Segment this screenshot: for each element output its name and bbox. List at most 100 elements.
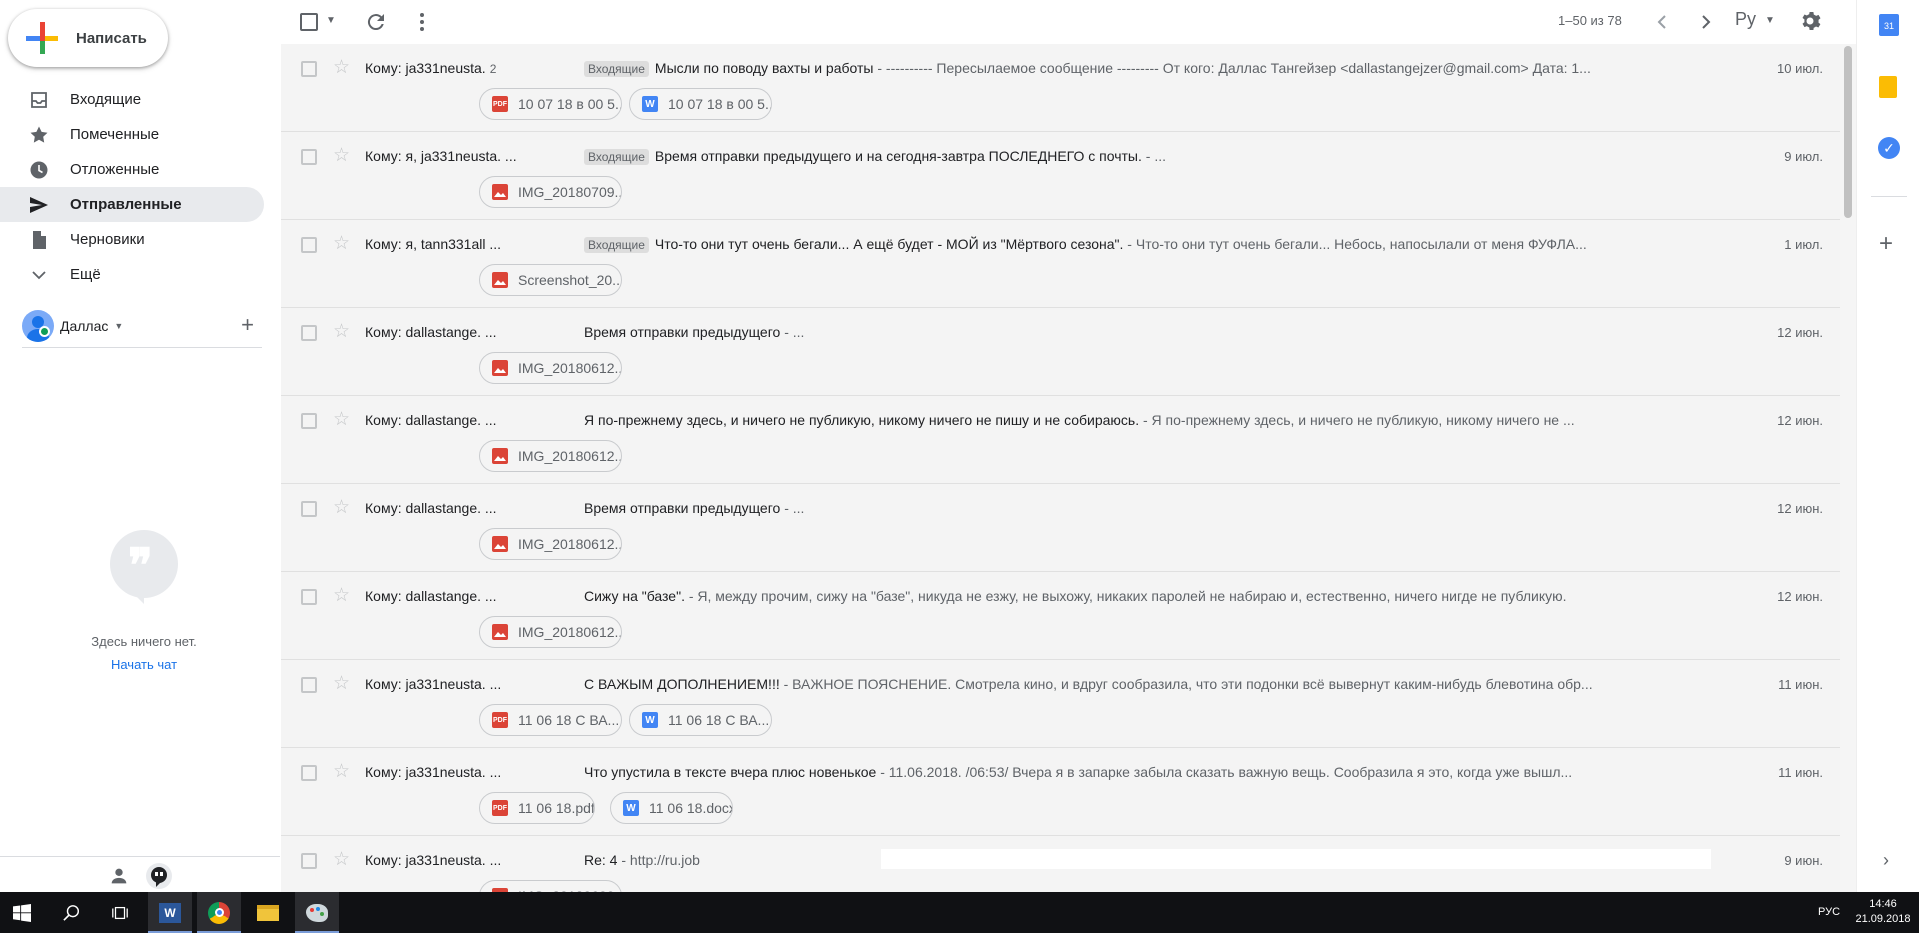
table-row[interactable]: ☆ Кому: я, ja331neusta. ... Входящие Время … xyxy=(281,132,1840,220)
attachment-name: IMG_20180612... xyxy=(518,448,622,464)
inbox-label-badge[interactable]: Входящие xyxy=(584,149,649,165)
account-switcher[interactable]: Даллас ▼ + xyxy=(22,304,262,348)
word-doc-icon: W xyxy=(642,96,658,112)
chevron-left-icon[interactable] xyxy=(1650,10,1674,34)
attachment-chip[interactable]: IMG_20180612... xyxy=(479,616,622,648)
row-checkbox[interactable] xyxy=(301,61,317,77)
table-row[interactable]: ☆ Кому: я, tann331all ... Входящие Что-то о… xyxy=(281,220,1840,308)
row-checkbox[interactable] xyxy=(301,765,317,781)
keyboard-language-indicator[interactable]: РУС xyxy=(1818,906,1840,918)
gmail-window: Написать Входящие Помеченные Отложенные Отп… xyxy=(0,0,1919,892)
star-icon[interactable]: ☆ xyxy=(333,320,350,343)
chrome-taskbar-icon[interactable] xyxy=(197,892,241,933)
caret-down-icon: ▼ xyxy=(114,320,124,331)
windows-start-icon[interactable] xyxy=(0,892,44,933)
file-explorer-icon[interactable] xyxy=(246,892,290,933)
sidebar-item-1[interactable]: Помеченные xyxy=(0,117,264,152)
select-all-checkbox[interactable] xyxy=(300,13,318,31)
star-icon[interactable]: ☆ xyxy=(333,496,350,519)
image-icon xyxy=(492,272,508,288)
more-vert-icon[interactable] xyxy=(410,10,434,34)
row-checkbox[interactable] xyxy=(301,325,317,341)
chevron-right-icon[interactable]: › xyxy=(1883,850,1889,871)
row-message: Что упустила в тексте вчера плюс новеньк… xyxy=(584,764,1710,780)
taskbar-clock[interactable]: 14:46 21.09.2018 xyxy=(1852,897,1914,927)
attachment-name: IMG_20180612... xyxy=(518,536,622,552)
tasks-icon[interactable]: ✓ xyxy=(1878,137,1900,159)
row-checkbox[interactable] xyxy=(301,853,317,869)
star-icon[interactable]: ☆ xyxy=(333,408,350,431)
gear-icon[interactable] xyxy=(1798,9,1822,33)
table-row[interactable]: ☆ Кому: ja331neusta. ... Re: 4 - http://ru… xyxy=(281,836,1840,892)
attachment-chip[interactable]: IMG_20180612... xyxy=(479,440,622,472)
hangouts-icon[interactable] xyxy=(146,863,172,889)
start-chat-link[interactable]: Начать чат xyxy=(60,657,228,672)
star-icon[interactable]: ☆ xyxy=(333,848,350,871)
scrollbar-thumb[interactable] xyxy=(1844,46,1852,218)
sidebar-item-3[interactable]: Отправленные xyxy=(0,187,264,222)
input-tools-caret-icon[interactable]: ▼ xyxy=(1765,15,1775,26)
keep-icon[interactable] xyxy=(1879,76,1897,98)
attachment-chip[interactable]: PDF 10 07 18 в 00 5... xyxy=(479,88,622,120)
row-checkbox[interactable] xyxy=(301,413,317,429)
compose-button[interactable]: Написать xyxy=(8,9,168,67)
attachment-chip[interactable]: IMG_20180612... xyxy=(479,528,622,560)
inbox-label-badge[interactable]: Входящие xyxy=(584,237,649,253)
search-icon[interactable] xyxy=(50,892,94,933)
row-date: 12 июн. xyxy=(1777,413,1823,428)
table-row[interactable]: ☆ Кому: dallastange. ... Я по-прежнему зде… xyxy=(281,396,1840,484)
attachment-chip[interactable]: W 11 06 18.docx xyxy=(610,792,733,824)
attachment-chip[interactable]: W 10 07 18 в 00 5... xyxy=(629,88,772,120)
row-checkbox[interactable] xyxy=(301,149,317,165)
add-account-icon[interactable]: + xyxy=(241,314,254,336)
row-checkbox[interactable] xyxy=(301,237,317,253)
paint-taskbar-icon[interactable] xyxy=(295,892,339,933)
attachment-chip[interactable]: W 11 06 18 С ВА... xyxy=(629,704,772,736)
calendar-icon[interactable]: 31 xyxy=(1879,14,1899,36)
row-recipient: Кому: ja331neusta. ... xyxy=(365,764,502,780)
attachment-chip[interactable]: IMG_20180609... xyxy=(479,880,622,892)
star-icon[interactable]: ☆ xyxy=(333,584,350,607)
star-icon[interactable]: ☆ xyxy=(333,672,350,695)
select-caret-icon[interactable]: ▼ xyxy=(326,15,336,26)
star-icon[interactable]: ☆ xyxy=(333,144,350,167)
chevron-right-icon[interactable] xyxy=(1694,10,1718,34)
table-row[interactable]: ☆ Кому: dallastange. ... Сижу на "базе". -… xyxy=(281,572,1840,660)
attachment-chip[interactable]: Screenshot_20... xyxy=(479,264,622,296)
task-view-icon[interactable] xyxy=(98,892,142,933)
row-message: Сижу на "базе". - Я, между прочим, сижу … xyxy=(584,588,1710,604)
row-date: 12 июн. xyxy=(1777,589,1823,604)
attachment-chip[interactable]: IMG_20180709... xyxy=(479,176,622,208)
star-icon[interactable]: ☆ xyxy=(333,232,350,255)
chat-empty-text: Здесь ничего нет. xyxy=(91,634,197,649)
table-row[interactable]: ☆ Кому: ja331neusta. 2 Входящие Мысли по пов… xyxy=(281,44,1840,132)
refresh-icon[interactable] xyxy=(364,10,388,34)
get-addons-icon[interactable]: + xyxy=(1879,232,1893,256)
row-snippet: - Что-то они тут очень бегали... Небось,… xyxy=(1123,236,1587,252)
attachment-chip[interactable]: IMG_20180612... xyxy=(479,352,622,384)
table-row[interactable]: ☆ Кому: dallastange. ... Время отправки пр… xyxy=(281,308,1840,396)
row-checkbox[interactable] xyxy=(301,501,317,517)
chat-bubble-icon: ❞ xyxy=(110,530,178,604)
attachment-chip[interactable]: PDF 11 06 18.pdf xyxy=(479,792,595,824)
star-icon[interactable]: ☆ xyxy=(333,760,350,783)
input-tools-button[interactable]: Ру xyxy=(1735,9,1756,30)
attachment-chip[interactable]: PDF 11 06 18 С ВА... xyxy=(479,704,622,736)
mail-list-scrollbar[interactable] xyxy=(1840,44,1856,892)
word-taskbar-icon[interactable]: W xyxy=(148,892,192,933)
sidebar-item-4[interactable]: Черновики xyxy=(0,222,264,257)
table-row[interactable]: ☆ Кому: ja331neusta. ... С ВАЖЫМ ДОПОЛНЕНИ… xyxy=(281,660,1840,748)
sidebar-item-2[interactable]: Отложенные xyxy=(0,152,264,187)
contacts-icon[interactable] xyxy=(108,865,130,887)
sidebar-item-5[interactable]: Ещё xyxy=(0,257,264,292)
star-icon[interactable]: ☆ xyxy=(333,56,350,79)
side-panel: 31 ✓ + › xyxy=(1856,0,1919,892)
inbox-label-badge[interactable]: Входящие xyxy=(584,61,649,77)
row-recipient: Кому: ja331neusta. ... xyxy=(365,676,502,692)
table-row[interactable]: ☆ Кому: ja331neusta. ... Что упустила в те… xyxy=(281,748,1840,836)
table-row[interactable]: ☆ Кому: dallastange. ... Время отправки пр… xyxy=(281,484,1840,572)
row-checkbox[interactable] xyxy=(301,677,317,693)
sidebar-item-0[interactable]: Входящие xyxy=(0,82,264,117)
row-date: 10 июл. xyxy=(1777,61,1823,76)
row-checkbox[interactable] xyxy=(301,589,317,605)
